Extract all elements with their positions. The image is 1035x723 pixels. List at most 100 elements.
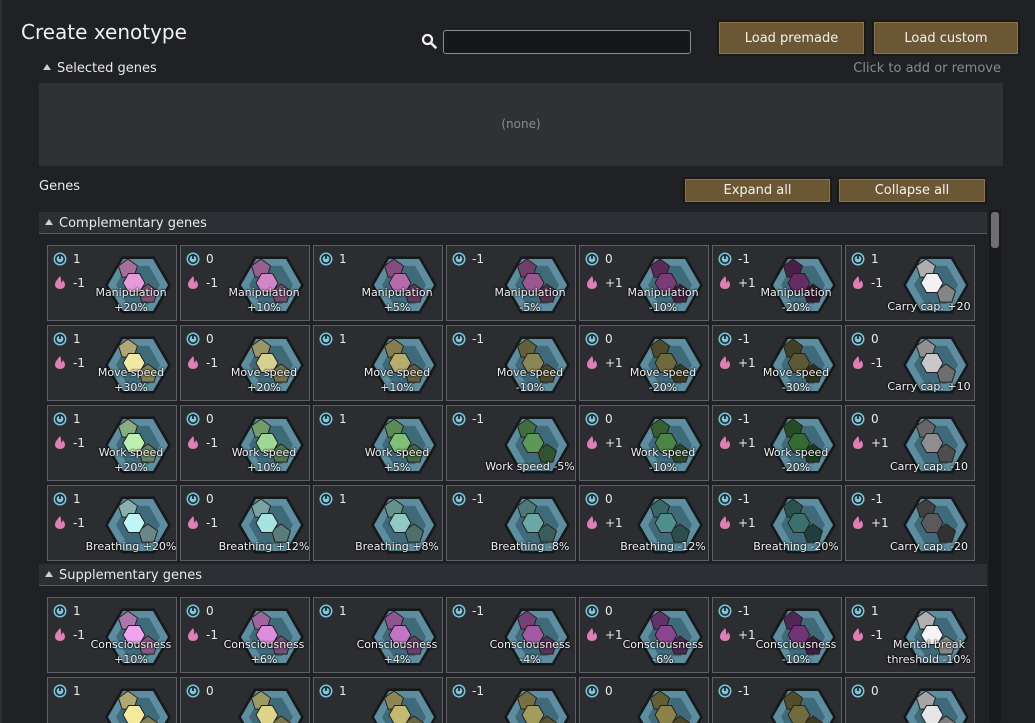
gene-label: Work speed +5%	[364, 446, 430, 474]
gene-card[interactable]: 1 -1 Consciousness +10%	[47, 597, 177, 673]
complexity-stat: 0	[585, 604, 613, 618]
complexity-icon	[851, 332, 865, 346]
collapse-triangle-icon	[43, 64, 51, 70]
collapse-triangle-icon	[45, 219, 53, 225]
complexity-stat: 0	[186, 332, 214, 346]
category-header[interactable]: Complementary genes	[39, 212, 987, 234]
gene-card[interactable]: 0 +1 Consciousness -6%	[579, 597, 709, 673]
search-input[interactable]	[443, 30, 691, 54]
gene-label: Manipulation +20%	[95, 286, 167, 314]
scrollbar-thumb[interactable]	[991, 212, 999, 248]
gene-card[interactable]: 1 Consciousness +4%	[313, 597, 443, 673]
metabolism-stat: -1	[53, 515, 85, 530]
gene-card[interactable]: -1 +1 Consciousness -10%	[712, 597, 842, 673]
complexity-value: 0	[605, 604, 613, 618]
complexity-stat: -1	[718, 332, 750, 346]
gene-card[interactable]: 0 +1 Work speed -10%	[579, 405, 709, 481]
gene-card[interactable]: 0 -1 Carry cap. +10	[845, 325, 975, 401]
gene-label: Move speed +10%	[363, 366, 431, 394]
gene-card[interactable]: 1 -1 Work speed +20%	[47, 405, 177, 481]
complexity-icon	[452, 684, 466, 698]
gene-card[interactable]: 0	[180, 677, 310, 723]
complexity-stat: 1	[851, 252, 879, 266]
complexity-icon	[585, 492, 599, 506]
gene-card[interactable]: 0 -1 Consciousness +6%	[180, 597, 310, 673]
gene-card[interactable]: -1	[446, 677, 576, 723]
complexity-stat: -1	[452, 492, 484, 506]
gene-card[interactable]: 0 -1 Manipulation +10%	[180, 245, 310, 321]
gene-card[interactable]: 1 Move speed +10%	[313, 325, 443, 401]
gene-card[interactable]: 1 -1 Move speed +30%	[47, 325, 177, 401]
gene-card[interactable]: 1 -1 Manipulation +20%	[47, 245, 177, 321]
selected-genes-header[interactable]: Selected genes	[43, 61, 157, 76]
gene-card[interactable]: 0 +1 Breathing -12%	[579, 485, 709, 561]
expand-all-button[interactable]: Expand all	[683, 177, 832, 204]
complexity-stat: 1	[319, 492, 347, 506]
complexity-value: -1	[871, 492, 883, 506]
complexity-value: 0	[206, 412, 214, 426]
gene-card[interactable]: 0 -1 Move speed +20%	[180, 325, 310, 401]
gene-card[interactable]: 0 +1 Manipulation -10%	[579, 245, 709, 321]
gene-card[interactable]: 0	[845, 677, 975, 723]
gene-card[interactable]: 0 +1 Move speed -20%	[579, 325, 709, 401]
complexity-stat: -1	[452, 252, 484, 266]
gene-card[interactable]: -1 Consciousness -4%	[446, 597, 576, 673]
metabolism-icon	[720, 356, 730, 369]
selected-genes-label: Selected genes	[57, 61, 157, 76]
gene-card[interactable]: -1 +1 Breathing -20%	[712, 485, 842, 561]
metabolism-icon	[853, 628, 863, 641]
metabolism-icon	[188, 436, 198, 449]
gene-label: Breathing -8%	[490, 540, 570, 553]
complexity-stat: 0	[186, 412, 214, 426]
load-custom-button[interactable]: Load custom	[872, 20, 1020, 56]
complexity-icon	[851, 252, 865, 266]
metabolism-value: +1	[605, 515, 623, 530]
gene-card[interactable]: -1 +1 Manipulation -20%	[712, 245, 842, 321]
complexity-value: 1	[339, 252, 347, 266]
gene-card[interactable]: 1 Breathing +8%	[313, 485, 443, 561]
complexity-icon	[452, 492, 466, 506]
complexity-icon	[186, 412, 200, 426]
gene-card[interactable]: 1 -1 Mental break threshold -10%	[845, 597, 975, 673]
metabolism-icon	[587, 516, 597, 529]
gene-card[interactable]: 0	[579, 677, 709, 723]
collapse-all-button[interactable]: Collapse all	[837, 177, 987, 204]
gene-card[interactable]: 0 +1 Carry cap. -10	[845, 405, 975, 481]
complexity-icon	[718, 684, 732, 698]
complexity-value: -1	[472, 332, 484, 346]
gene-card[interactable]: -1	[712, 677, 842, 723]
load-premade-button[interactable]: Load premade	[717, 20, 866, 56]
complexity-stat: 1	[53, 492, 81, 506]
complexity-stat: 0	[585, 252, 613, 266]
scrollbar[interactable]	[989, 210, 1001, 723]
metabolism-icon	[587, 356, 597, 369]
gene-card[interactable]: -1 Work speed -5%	[446, 405, 576, 481]
metabolism-icon	[720, 276, 730, 289]
gene-card[interactable]: -1 +1 Work speed -20%	[712, 405, 842, 481]
complexity-icon	[452, 604, 466, 618]
gene-card[interactable]: -1 Move speed -10%	[446, 325, 576, 401]
complexity-value: 1	[73, 412, 81, 426]
gene-card[interactable]: 1 -1 Breathing +20%	[47, 485, 177, 561]
gene-card[interactable]: 0 -1 Breathing +12%	[180, 485, 310, 561]
gene-icon	[105, 688, 171, 723]
gene-card[interactable]: -1 +1 Move speed -30%	[712, 325, 842, 401]
metabolism-value: +1	[871, 435, 889, 450]
gene-card[interactable]: 1 Manipulation +5%	[313, 245, 443, 321]
complexity-stat: 1	[319, 684, 347, 698]
gene-card[interactable]: -1 Breathing -8%	[446, 485, 576, 561]
complexity-icon	[186, 252, 200, 266]
gene-card[interactable]: 1	[313, 677, 443, 723]
gene-card[interactable]: -1 +1 Carry cap. -20	[845, 485, 975, 561]
gene-card[interactable]: 0 -1 Work speed +10%	[180, 405, 310, 481]
metabolism-value: -1	[871, 355, 883, 370]
complexity-icon	[53, 604, 67, 618]
complexity-stat: 0	[851, 412, 879, 426]
complexity-icon	[53, 684, 67, 698]
category-header[interactable]: Supplementary genes	[39, 564, 987, 586]
gene-card[interactable]: 1 Work speed +5%	[313, 405, 443, 481]
metabolism-value: +1	[738, 515, 756, 530]
gene-card[interactable]: -1 Manipulation -5%	[446, 245, 576, 321]
gene-card[interactable]: 1	[47, 677, 177, 723]
gene-card[interactable]: 1 -1 Carry cap. +20	[845, 245, 975, 321]
